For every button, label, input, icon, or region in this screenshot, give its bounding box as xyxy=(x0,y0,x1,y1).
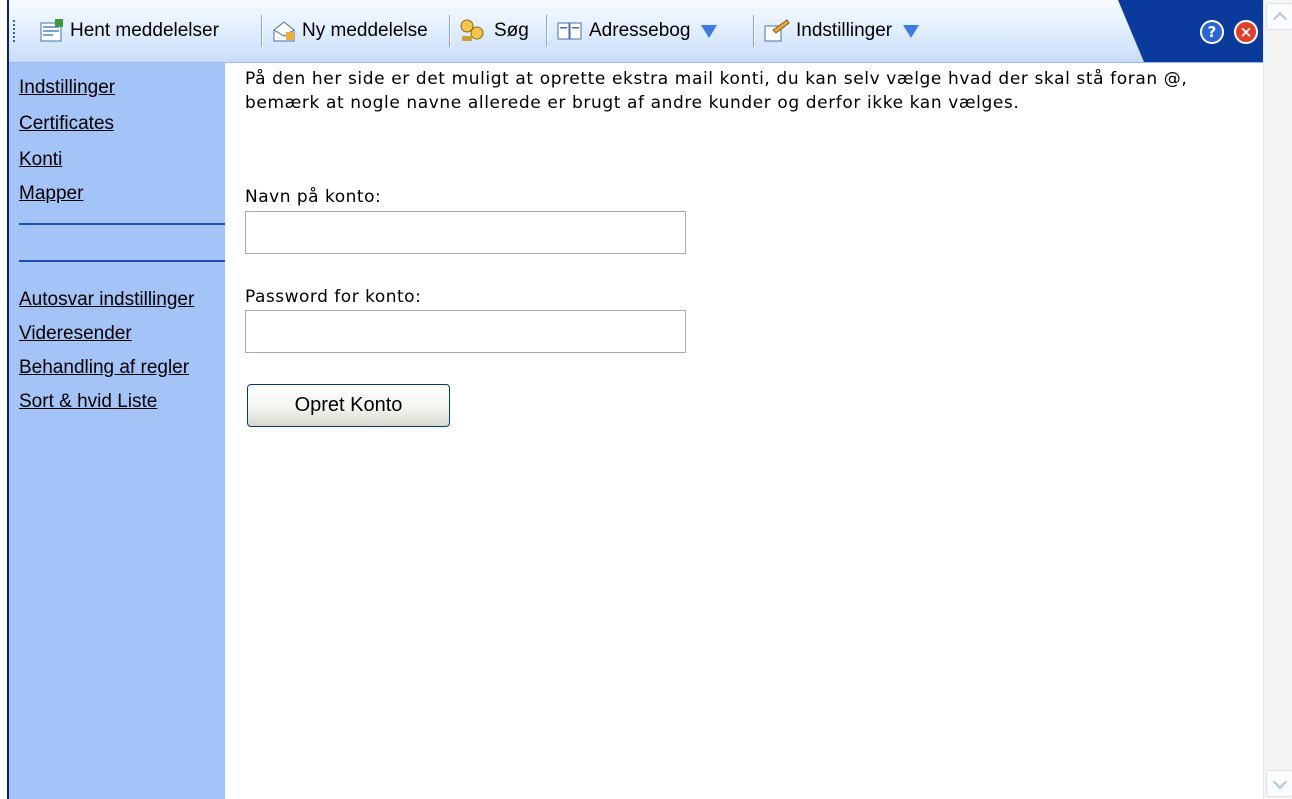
sidebar-item-certificates[interactable]: Certificates xyxy=(19,113,114,135)
address-book-label: Adressebog xyxy=(589,20,691,41)
scroll-up-button[interactable] xyxy=(1266,3,1292,30)
create-account-button[interactable]: Opret Konto xyxy=(247,384,450,427)
vertical-scrollbar[interactable] xyxy=(1263,0,1292,799)
toolbar-separator xyxy=(261,15,263,47)
settings-icon xyxy=(764,19,790,42)
toolbar-separator xyxy=(546,15,548,47)
account-name-label: Navn på konto: xyxy=(245,187,382,207)
sidebar-item-regler[interactable]: Behandling af regler xyxy=(19,357,189,379)
help-icon[interactable]: ? xyxy=(1200,20,1224,44)
password-input[interactable] xyxy=(245,310,686,353)
toolbar-separator xyxy=(753,15,755,47)
new-message-icon xyxy=(273,21,295,42)
settings-label: Indstillinger xyxy=(796,20,893,41)
address-book-icon xyxy=(557,22,582,40)
sidebar-divider xyxy=(19,260,225,262)
sidebar-item-videresender[interactable]: Videresender xyxy=(19,323,132,345)
toolbar: Hent meddelelser Ny meddelelse Søg Adres… xyxy=(9,0,1272,63)
get-messages-icon xyxy=(40,19,63,42)
sidebar-item-konti[interactable]: Konti xyxy=(19,149,62,171)
search-icon xyxy=(460,19,484,41)
close-icon[interactable]: × xyxy=(1234,20,1258,44)
sidebar-divider xyxy=(19,223,225,225)
address-book-dropdown-icon[interactable] xyxy=(701,24,718,38)
sidebar-item-mapper[interactable]: Mapper xyxy=(19,183,83,205)
get-messages-label: Hent meddelelser xyxy=(70,20,219,41)
chevron-down-icon xyxy=(1272,774,1287,789)
new-message-label: Ny meddelelse xyxy=(302,20,428,41)
toolbar-grip[interactable] xyxy=(13,20,15,42)
sidebar-item-autosvar[interactable]: Autosvar indstillinger xyxy=(19,289,194,311)
sidebar: Indstillinger Certificates Konti Mapper … xyxy=(9,63,225,799)
chevron-up-icon xyxy=(1272,11,1287,26)
settings-button[interactable]: Indstillinger xyxy=(763,0,920,62)
scroll-down-button[interactable] xyxy=(1266,770,1292,797)
search-button[interactable]: Søg xyxy=(459,0,529,62)
search-label: Søg xyxy=(494,20,529,41)
password-label: Password for konto: xyxy=(245,287,422,307)
sidebar-item-indstillinger[interactable]: Indstillinger xyxy=(19,77,115,99)
new-message-button[interactable]: Ny meddelelse xyxy=(271,0,428,62)
toolbar-separator xyxy=(449,15,451,47)
intro-text: På den her side er det muligt at oprette… xyxy=(245,69,1188,113)
sidebar-item-sort-hvid-liste[interactable]: Sort & hvid Liste xyxy=(19,391,157,413)
account-name-input[interactable] xyxy=(245,211,686,254)
get-messages-button[interactable]: Hent meddelelser xyxy=(39,0,219,62)
settings-dropdown-icon[interactable] xyxy=(903,24,920,38)
address-book-button[interactable]: Adressebog xyxy=(556,0,718,62)
